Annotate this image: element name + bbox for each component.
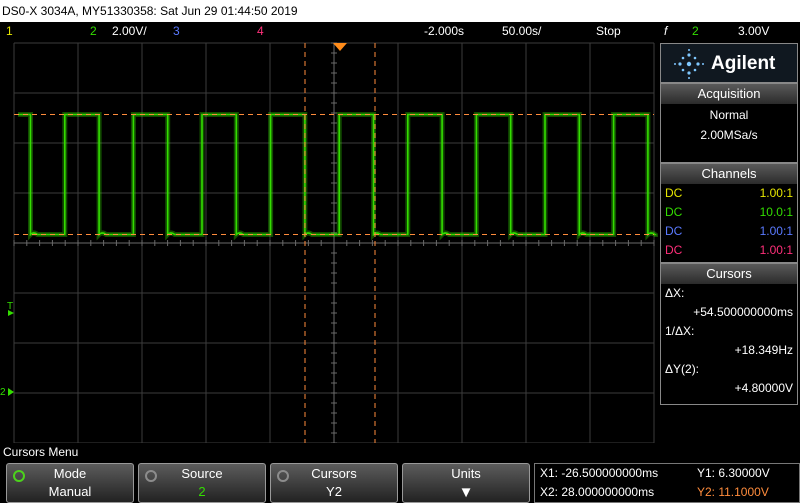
delta-y-label: ΔY(2):	[665, 362, 700, 376]
window-title: DS0-X 3034A, MY51330358: Sat Jun 29 01:4…	[0, 0, 800, 22]
channel-row-3[interactable]: DC 1.00:1	[661, 222, 797, 241]
source-softkey-value: 2	[198, 484, 206, 499]
y1-readout: Y1: 6.30000V	[697, 466, 770, 480]
x1-readout: X1: -26.500000000ms	[540, 466, 659, 480]
inverse-delta-x-value: +18.349Hz	[734, 343, 793, 357]
channel-3-indicator[interactable]: 3	[173, 22, 180, 41]
channel-3-probe: 1.00:1	[759, 224, 793, 238]
run-state[interactable]: Stop	[596, 22, 621, 41]
cursors-box[interactable]: Cursors ΔX: +54.500000000ms 1/ΔX: +18.34…	[660, 263, 798, 405]
horizontal-delay: -2.000s	[424, 24, 465, 38]
ground-marker-icon	[8, 388, 14, 396]
acquisition-rate: 2.00MSa/s	[700, 128, 758, 142]
channels-box[interactable]: Channels DC 1.00:1 DC 10.0:1 DC 1.00:1 DC 1.00:…	[660, 163, 798, 263]
channel-4-indicator[interactable]: 4	[257, 22, 264, 41]
source-softkey[interactable]: Source 2	[138, 463, 266, 503]
trigger-position-icon	[333, 43, 347, 51]
delta-y-value: +4.80000V	[734, 381, 793, 395]
units-softkey[interactable]: Units ▼	[402, 463, 530, 503]
cursors-header: Cursors	[661, 264, 797, 284]
acquisition-header: Acquisition	[661, 84, 797, 104]
channel-3-coupling: DC	[665, 224, 683, 238]
waveform-graticule: T2	[0, 42, 658, 443]
cursors-softkey-label: Cursors	[311, 466, 357, 481]
inverse-delta-x-label: 1/ΔX:	[665, 324, 695, 338]
acquisition-mode: Normal	[709, 108, 749, 122]
cursors-softkey[interactable]: Cursors Y2	[270, 463, 398, 503]
waveform-display[interactable]: T2	[0, 41, 658, 443]
channel-row-4[interactable]: DC 1.00:1	[661, 241, 797, 260]
channel-4-probe: 1.00:1	[759, 243, 793, 257]
delta-x-label: ΔX:	[665, 286, 685, 300]
trigger-source: 2	[692, 24, 699, 38]
channel-row-1[interactable]: DC 1.00:1	[661, 184, 797, 203]
delta-x-value: +54.500000000ms	[693, 305, 793, 319]
x2-readout: X2: 28.000000000ms	[540, 485, 655, 499]
channel-2-indicator[interactable]: 2	[90, 22, 97, 41]
channel-row-2[interactable]: DC 10.0:1	[661, 203, 797, 222]
channel-1-indicator[interactable]: 1	[6, 22, 13, 41]
channel-2-probe: 10.0:1	[759, 205, 793, 219]
trigger-level-label: T	[7, 301, 13, 312]
mode-softkey[interactable]: Mode Manual	[6, 463, 134, 503]
channel-2-scale: 2.00V/	[112, 24, 147, 38]
menu-title: Cursors Menu	[3, 445, 79, 459]
ground-marker-label: 2	[0, 387, 6, 398]
brand-name: Agilent	[711, 53, 776, 74]
mode-softkey-label: Mode	[53, 466, 87, 481]
units-softkey-label: Units	[451, 466, 481, 481]
cursor-readout: X1: -26.500000000ms X2: 28.000000000ms Y…	[534, 463, 800, 503]
agilent-spark-icon	[674, 49, 704, 79]
side-panel: Agilent Acquisition Normal 2.00MSa/s Cha…	[658, 41, 800, 443]
y2-readout: Y2: 11.1000V	[697, 485, 769, 499]
acquisition-box[interactable]: Acquisition Normal 2.00MSa/s	[660, 83, 798, 163]
cursors-softkey-value: Y2	[326, 484, 342, 499]
channel-1-probe: 1.00:1	[759, 186, 793, 200]
channels-header: Channels	[661, 164, 797, 184]
source-softkey-label: Source	[181, 466, 223, 481]
status-bar: 1 2 2.00V/ 3 4 -2.000s 50.00s/ Stop f 2 …	[0, 22, 800, 41]
chevron-down-icon: ▼	[458, 484, 474, 501]
channel-1-coupling: DC	[665, 186, 683, 200]
timebase-scale: 50.00s/	[502, 24, 542, 38]
trigger-level: 3.00V	[738, 24, 770, 38]
channel-4-coupling: DC	[665, 243, 683, 257]
mode-softkey-value: Manual	[48, 484, 92, 499]
brand-logo: Agilent	[660, 43, 798, 83]
channel-2-coupling: DC	[665, 205, 683, 219]
trigger-edge-icon: f	[664, 24, 668, 38]
